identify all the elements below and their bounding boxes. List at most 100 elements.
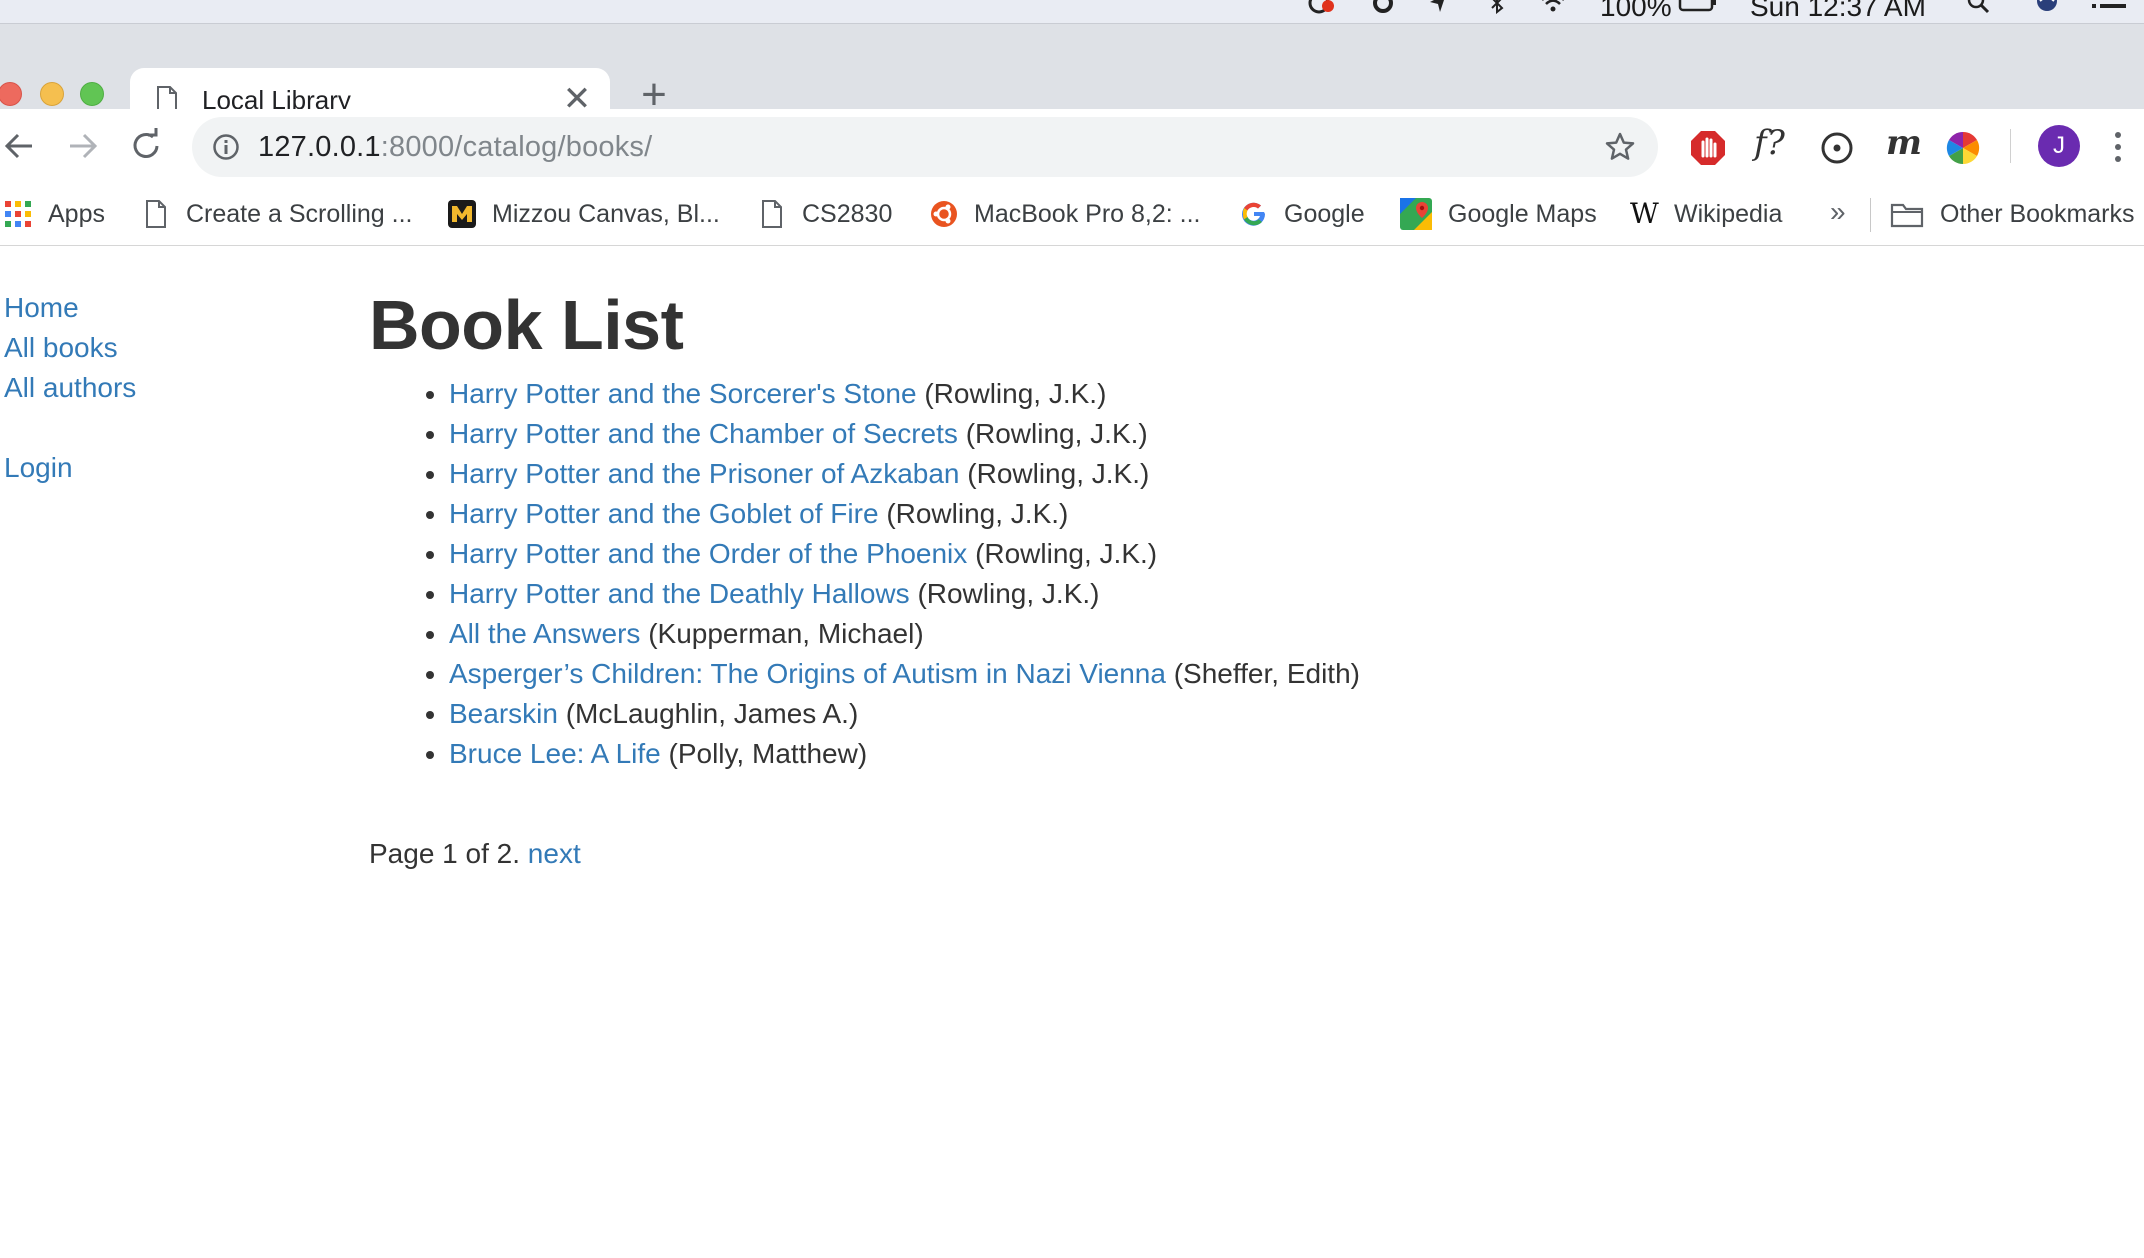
site-info-icon[interactable] <box>212 133 240 161</box>
book-title-link[interactable]: Harry Potter and the Prisoner of Azkaban <box>449 458 960 489</box>
profile-avatar[interactable]: J <box>2038 125 2080 167</box>
window-close-button[interactable] <box>0 82 22 106</box>
sidebar-nav: Home All books All authors Login <box>4 288 136 488</box>
bluetooth-icon[interactable] <box>1484 0 1510 14</box>
forward-button[interactable] <box>62 126 102 166</box>
book-title-link[interactable]: Harry Potter and the Order of the Phoeni… <box>449 538 967 569</box>
fx-extension-button[interactable]: f? <box>1754 123 1785 163</box>
battery-icon[interactable] <box>1678 0 1718 14</box>
list-item: Harry Potter and the Chamber of Secrets … <box>449 414 1869 454</box>
page-icon <box>762 200 782 228</box>
bookmarks-divider <box>1870 198 1871 232</box>
book-title-link[interactable]: Bearskin <box>449 698 558 729</box>
book-title-link[interactable]: Harry Potter and the Deathly Hallows <box>449 578 910 609</box>
bookmark-star-icon[interactable] <box>1604 131 1636 163</box>
google-icon <box>1242 202 1266 226</box>
book-title-link[interactable]: Asperger’s Children: The Origins of Auti… <box>449 658 1166 689</box>
siri-icon[interactable] <box>2034 0 2060 14</box>
book-title-link[interactable]: Harry Potter and the Goblet of Fire <box>449 498 879 529</box>
creative-cloud-icon[interactable] <box>1308 0 1334 14</box>
book-author: (Rowling, J.K.) <box>967 458 1150 489</box>
back-button[interactable] <box>0 126 40 166</box>
bookmark-label: Mizzou Canvas, Bl... <box>492 199 720 228</box>
window-zoom-button[interactable] <box>80 82 104 106</box>
mac-menubar: 100% Sun 12:37 AM <box>0 0 2144 24</box>
bookmark-mizzou-canvas[interactable]: Mizzou Canvas, Bl... <box>448 194 720 234</box>
next-page-link[interactable]: next <box>528 838 581 869</box>
menubar-clock[interactable]: Sun 12:37 AM <box>1750 0 1926 22</box>
google-maps-icon <box>1400 198 1432 230</box>
sidebar-link-all-authors[interactable]: All authors <box>4 368 136 408</box>
bookmarks-bar: Apps Create a Scrolling ... Mizzou Canva… <box>0 184 2144 246</box>
bookmark-label: Google Maps <box>1448 199 1597 228</box>
m-extension-button[interactable]: m <box>1886 123 1922 163</box>
browser-toolbar: 127.0.0.1:8000/catalog/books/ f? m J <box>0 109 2144 184</box>
book-title-link[interactable]: All the Answers <box>449 618 640 649</box>
bookmark-google[interactable]: Google <box>1240 194 1365 234</box>
book-title-link[interactable]: Harry Potter and the Chamber of Secrets <box>449 418 958 449</box>
pagination: Page 1 of 2. next <box>369 834 1869 874</box>
bookmark-label: Google <box>1284 199 1365 228</box>
list-item: Asperger’s Children: The Origins of Auti… <box>449 654 1869 694</box>
circle-dot-extension-icon[interactable] <box>1817 128 1857 168</box>
page-title: Book List <box>369 286 684 364</box>
book-title-link[interactable]: Harry Potter and the Sorcerer's Stone <box>449 378 917 409</box>
book-author: (Sheffer, Edith) <box>1173 658 1360 689</box>
address-bar[interactable]: 127.0.0.1:8000/catalog/books/ <box>192 117 1658 177</box>
list-item: Bruce Lee: A Life (Polly, Matthew) <box>449 734 1869 774</box>
apps-grid-icon <box>5 201 31 227</box>
bookmark-cs2830[interactable]: CS2830 <box>758 194 892 234</box>
window-minimize-button[interactable] <box>40 82 64 106</box>
sync-icon[interactable] <box>1370 0 1396 14</box>
book-author: (Rowling, J.K.) <box>975 538 1158 569</box>
list-item: Harry Potter and the Deathly Hallows (Ro… <box>449 574 1869 614</box>
tab-strip: Local Library ✕ + <box>0 24 2144 133</box>
list-item: Harry Potter and the Goblet of Fire (Row… <box>449 494 1869 534</box>
sidebar-link-login[interactable]: Login <box>4 448 136 488</box>
spotlight-search-icon[interactable] <box>1966 0 1992 14</box>
chrome-menu-icon[interactable] <box>2110 129 2126 165</box>
bookmark-label: MacBook Pro 8,2: ... <box>974 199 1201 228</box>
wifi-icon[interactable] <box>1540 0 1566 14</box>
mizzou-logo-icon <box>448 200 476 228</box>
adblock-extension-icon[interactable] <box>1688 128 1728 168</box>
folder-icon <box>1890 203 1924 228</box>
wikipedia-icon: W <box>1630 197 1659 230</box>
sidebar-link-all-books[interactable]: All books <box>4 328 136 368</box>
notification-center-icon[interactable] <box>2090 0 2130 14</box>
sidebar-link-home[interactable]: Home <box>4 288 136 328</box>
book-author: (Rowling, J.K.) <box>924 378 1107 409</box>
url-host: 127.0.0.1 <box>258 131 381 163</box>
bookmark-label: Wikipedia <box>1674 199 1783 228</box>
book-author: (Polly, Matthew) <box>668 738 868 769</box>
bookmarks-overflow-button[interactable]: » <box>1830 196 1846 228</box>
book-author: (Rowling, J.K.) <box>886 498 1069 529</box>
book-author: (McLaughlin, James A.) <box>565 698 859 729</box>
url-text[interactable]: 127.0.0.1:8000/catalog/books/ <box>258 131 652 164</box>
page-icon <box>146 200 166 228</box>
list-item: All the Answers (Kupperman, Michael) <box>449 614 1869 654</box>
bookmark-other-bookmarks[interactable]: Other Bookmarks <box>1890 194 2135 234</box>
reload-button[interactable] <box>126 126 166 166</box>
bookmark-label: Other Bookmarks <box>1940 199 2135 228</box>
bookmark-label: CS2830 <box>802 199 893 228</box>
color-wheel-extension-icon[interactable] <box>1943 128 1983 168</box>
book-author: (Rowling, J.K.) <box>917 578 1100 609</box>
ubuntu-icon <box>931 201 957 227</box>
bookmark-macbook-pro[interactable]: MacBook Pro 8,2: ... <box>930 194 1201 234</box>
battery-percent: 100% <box>1600 0 1672 22</box>
list-item: Harry Potter and the Prisoner of Azkaban… <box>449 454 1869 494</box>
main-content: Book List Harry Potter and the Sorcerer'… <box>369 284 1869 874</box>
bookmark-label: Create a Scrolling ... <box>186 199 413 228</box>
book-title-link[interactable]: Bruce Lee: A Life <box>449 738 661 769</box>
bookmark-label: Apps <box>48 199 105 228</box>
bookmark-google-maps[interactable]: Google Maps <box>1400 194 1597 234</box>
book-list: Harry Potter and the Sorcerer's Stone (R… <box>369 374 1869 774</box>
bookmark-apps[interactable]: Apps <box>4 194 105 234</box>
bookmark-create-scrolling[interactable]: Create a Scrolling ... <box>142 194 413 234</box>
book-author: (Rowling, J.K.) <box>965 418 1148 449</box>
bookmark-wikipedia[interactable]: W Wikipedia <box>1630 194 1782 234</box>
list-item: Bearskin (McLaughlin, James A.) <box>449 694 1869 734</box>
url-path: :8000/catalog/books/ <box>380 131 653 163</box>
